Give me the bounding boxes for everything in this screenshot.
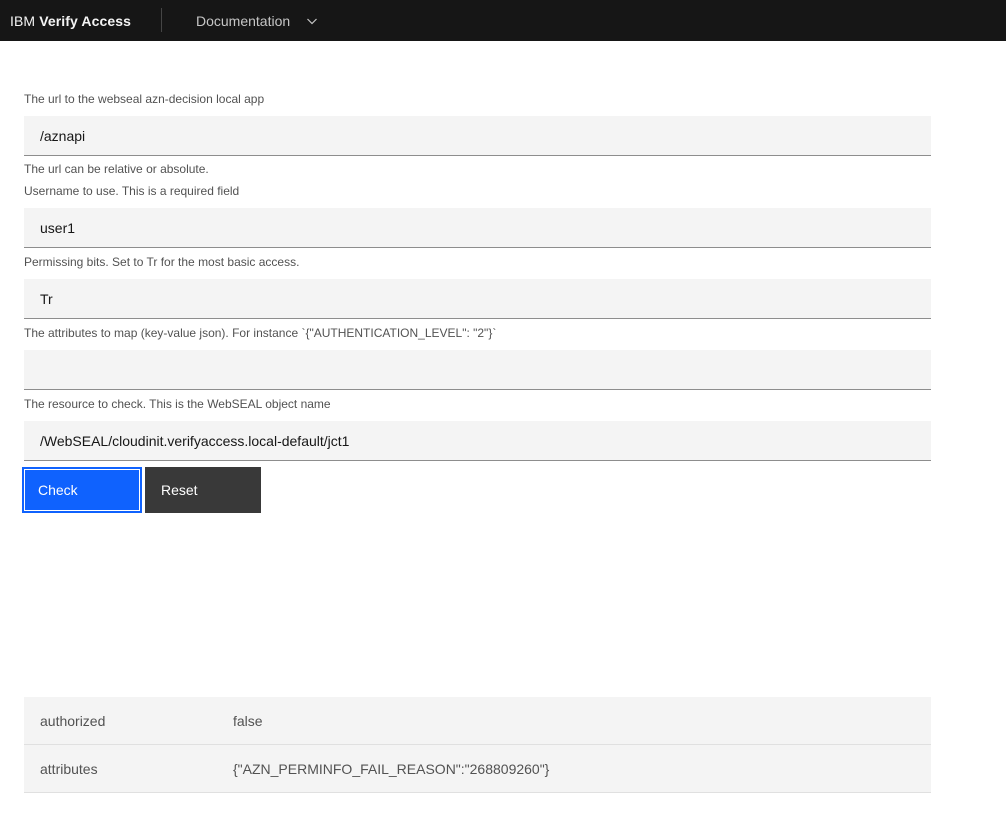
reset-button[interactable]: Reset (145, 467, 261, 513)
result-key: attributes (40, 760, 98, 777)
nav-documentation-label: Documentation (196, 12, 291, 29)
results-table: authorized false attributes {"AZN_PERMIN… (24, 697, 931, 793)
field-username: Username to use. This is a required fiel… (24, 183, 1006, 248)
field-username-label: Username to use. This is a required fiel… (24, 184, 240, 198)
field-permissions: Permissing bits. Set to Tr for the most … (24, 254, 1006, 319)
field-attributes: The attributes to map (key-value json). … (24, 325, 1006, 390)
field-resource: The resource to check. This is the WebSE… (24, 396, 1006, 461)
form-actions: Check Reset (22, 467, 1006, 513)
field-url-helper: The url can be relative or absolute. (24, 162, 209, 176)
check-button[interactable]: Check (22, 467, 142, 513)
nav-documentation[interactable]: Documentation (196, 13, 320, 29)
table-row-attributes: attributes {"AZN_PERMINFO_FAIL_REASON":"… (24, 745, 931, 793)
result-key: authorized (40, 712, 106, 729)
table-row-authorized: authorized false (24, 697, 931, 745)
attributes-input[interactable] (24, 350, 931, 390)
app-title: IBM Verify Access (0, 13, 151, 29)
app-header: IBM Verify Access Documentation (0, 0, 1006, 41)
chevron-down-icon (304, 13, 320, 29)
header-divider (161, 8, 162, 32)
brand-name: Verify Access (39, 12, 132, 29)
result-value: false (233, 712, 263, 729)
url-input[interactable] (24, 116, 931, 156)
username-input[interactable] (24, 208, 931, 248)
result-value: {"AZN_PERMINFO_FAIL_REASON":"268809260"} (233, 760, 550, 777)
permissions-input[interactable] (24, 279, 931, 319)
azn-check-form: The url to the webseal azn-decision loca… (0, 41, 1006, 793)
field-resource-label: The resource to check. This is the WebSE… (24, 397, 331, 411)
field-permissions-label: Permissing bits. Set to Tr for the most … (24, 255, 300, 269)
field-url: The url to the webseal azn-decision loca… (24, 91, 1006, 177)
field-attributes-label: The attributes to map (key-value json). … (24, 326, 497, 340)
brand-prefix: IBM (10, 12, 36, 29)
field-url-label: The url to the webseal azn-decision loca… (24, 92, 265, 106)
resource-input[interactable] (24, 421, 931, 461)
